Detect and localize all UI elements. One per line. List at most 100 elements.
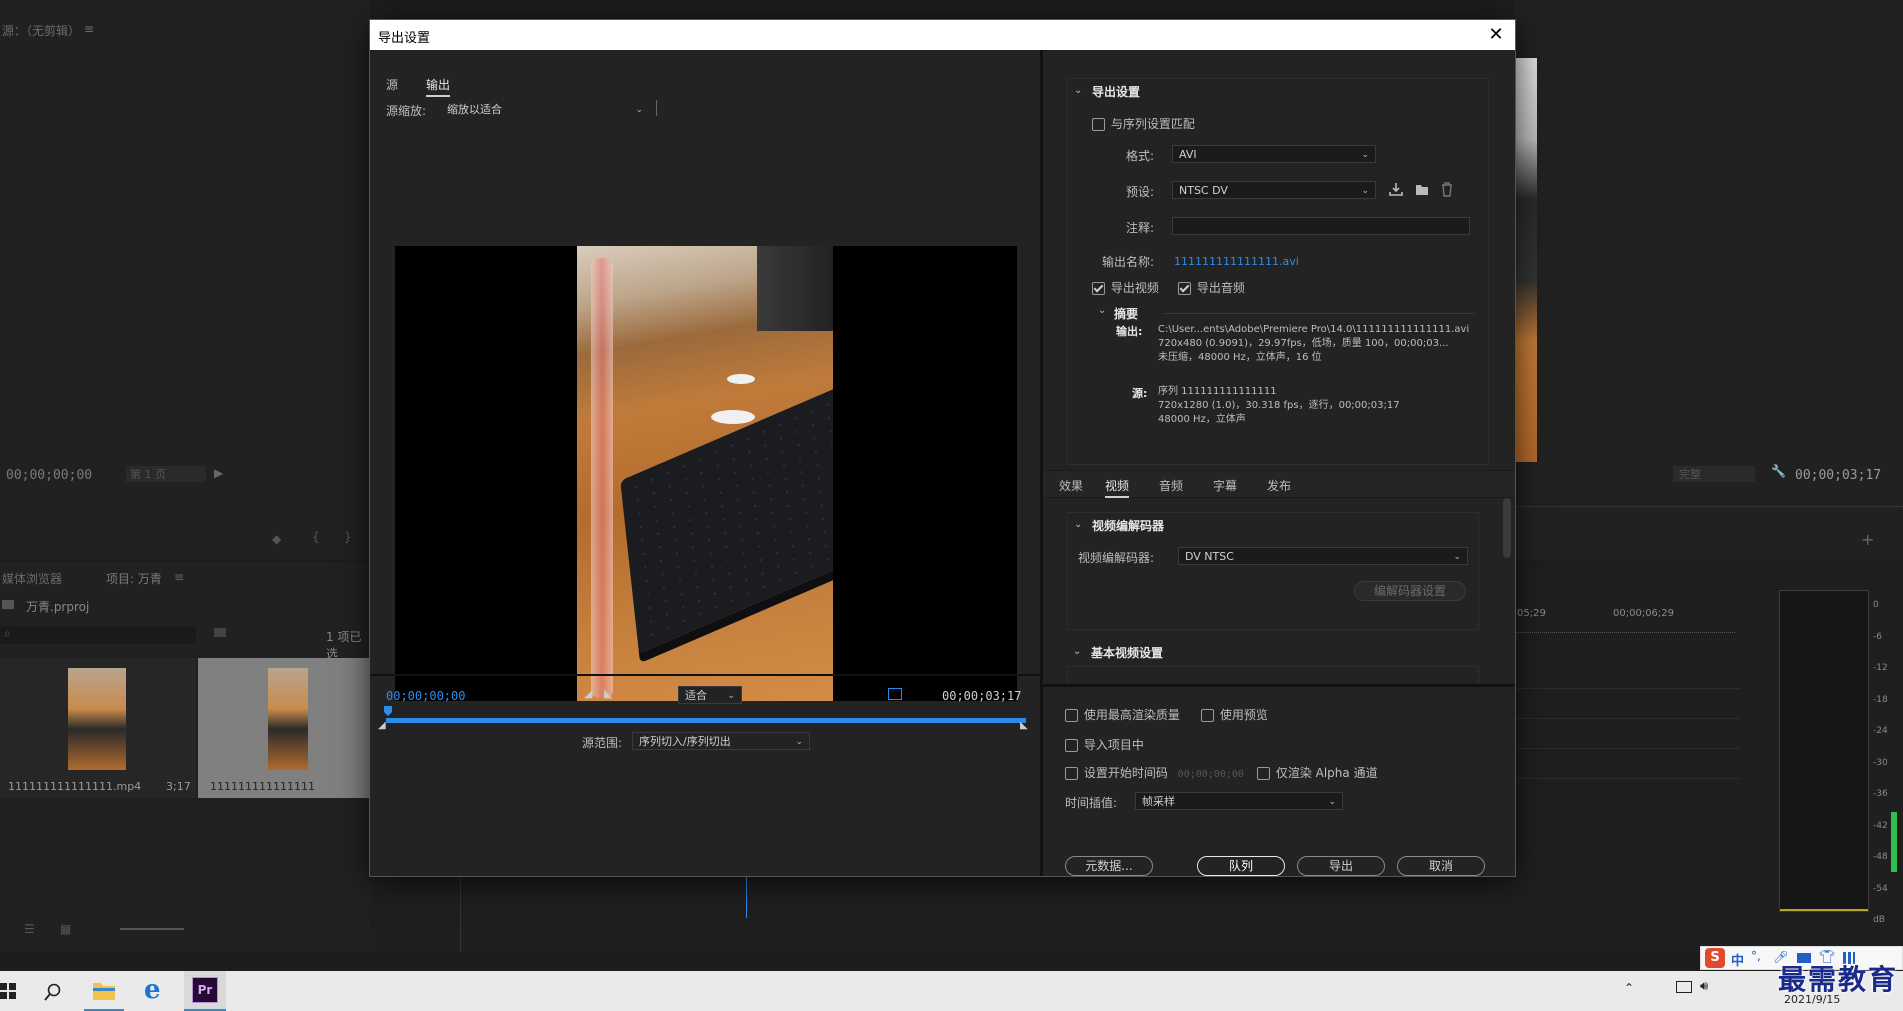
source-range-select[interactable]: 序列切入/序列切出 ⌄ xyxy=(632,732,810,750)
out-point-icon[interactable]: } xyxy=(344,530,352,544)
delete-preset-icon[interactable] xyxy=(1440,181,1454,197)
summary-output-block: C:\User...ents\Adobe\Premiere Pro\14.0\1… xyxy=(1158,323,1478,365)
range-start-handle[interactable]: ◢ xyxy=(378,720,386,731)
metadata-button[interactable]: 元数据... xyxy=(1065,856,1153,876)
preset-select[interactable]: NTSC DV ⌄ xyxy=(1172,181,1376,199)
tab-source[interactable]: 源 xyxy=(386,76,398,93)
clip-thumbnail-1[interactable]: 111111111111111.mp4 3;17 xyxy=(0,658,196,798)
wrench-icon[interactable]: 🔧 xyxy=(1771,464,1786,478)
format-select[interactable]: AVI ⌄ xyxy=(1172,145,1376,163)
chevron-down-icon: ⌄ xyxy=(1453,552,1461,562)
list-view-icon[interactable]: ☰ xyxy=(24,922,35,936)
windows-start-icon[interactable] xyxy=(0,983,16,999)
tab-publish[interactable]: 发布 xyxy=(1267,477,1291,494)
preset-label: 预设: xyxy=(1126,185,1155,199)
tab-effects[interactable]: 效果 xyxy=(1059,477,1083,494)
import-into-project-checkbox[interactable] xyxy=(1065,739,1078,752)
project-search-input[interactable] xyxy=(0,626,196,644)
preset-value: NTSC DV xyxy=(1179,184,1228,197)
codec-value: DV NTSC xyxy=(1185,550,1234,563)
codec-select[interactable]: DV NTSC ⌄ xyxy=(1178,547,1468,565)
save-preset-icon[interactable] xyxy=(1388,181,1404,197)
clip-thumbnail-2[interactable]: 111111111111111 xyxy=(198,658,370,798)
in-point-icon[interactable]: { xyxy=(312,530,320,544)
queue-button[interactable]: 队列 xyxy=(1197,856,1285,876)
new-bin-icon[interactable] xyxy=(214,628,226,637)
dialog-title-bar: 导出设置 ✕ xyxy=(370,20,1515,50)
export-audio-row[interactable]: 导出音频 xyxy=(1178,279,1245,296)
meter-tick-54: -54 xyxy=(1873,883,1888,894)
export-audio-checkbox[interactable] xyxy=(1178,282,1191,295)
project-panel-menu-icon[interactable]: ≡ xyxy=(174,570,184,584)
search-icon[interactable] xyxy=(44,983,62,1001)
tray-up-arrow-icon[interactable]: ⌃ xyxy=(1624,981,1634,995)
use-previews-checkbox[interactable] xyxy=(1201,709,1214,722)
zoom-slider[interactable] xyxy=(120,928,184,930)
close-icon[interactable]: ✕ xyxy=(1485,24,1507,46)
chevron-down-icon: ⌄ xyxy=(635,105,643,115)
render-alpha-checkbox[interactable] xyxy=(1257,767,1270,780)
basic-video-chevron-icon[interactable]: ⌄ xyxy=(1073,646,1081,657)
ime-punctuation-icon[interactable]: °, xyxy=(1751,949,1761,963)
tab-output[interactable]: 输出 xyxy=(426,76,451,97)
playhead-marker-icon[interactable] xyxy=(384,706,392,716)
add-button-icon[interactable]: + xyxy=(1861,530,1874,549)
codec-settings-button[interactable]: 编解码器设置 xyxy=(1354,581,1466,601)
set-out-point-icon[interactable]: ◣ xyxy=(604,687,612,700)
settings-scrollbar[interactable] xyxy=(1503,498,1511,558)
set-start-timecode-checkbox[interactable] xyxy=(1065,767,1078,780)
aspect-correction-icon[interactable] xyxy=(888,688,902,700)
dark-object-image xyxy=(757,246,833,331)
ime-chinese-mode[interactable]: 中 xyxy=(1731,950,1744,969)
import-preset-icon[interactable] xyxy=(1414,181,1430,197)
set-in-point-icon[interactable]: ◢ xyxy=(584,687,592,700)
playhead-line xyxy=(746,876,747,918)
file-explorer-icon[interactable] xyxy=(92,979,116,1001)
tab-captions[interactable]: 字幕 xyxy=(1213,477,1237,494)
edge-icon[interactable]: e xyxy=(144,975,161,1005)
current-timecode[interactable]: 00;00;00;00 xyxy=(386,689,465,703)
source-panel-menu-icon[interactable]: ≡ xyxy=(84,22,94,36)
basic-video-section-title: 基本视频设置 xyxy=(1091,646,1164,660)
timeline-track-divider xyxy=(460,876,461,952)
range-end-handle[interactable]: ◣ xyxy=(1020,720,1028,731)
export-button[interactable]: 导出 xyxy=(1297,856,1385,876)
codec-chevron-icon[interactable]: ⌄ xyxy=(1074,519,1082,530)
sogou-icon[interactable]: S xyxy=(1705,948,1725,968)
program-quality-select[interactable]: 完整 xyxy=(1673,466,1755,482)
play-icon[interactable]: ▶ xyxy=(214,466,223,480)
icon-view-icon[interactable]: ▦ xyxy=(60,922,71,936)
use-previews-row[interactable]: 使用预览 xyxy=(1201,706,1268,723)
collapse-chevron-icon[interactable]: ⌄ xyxy=(1074,85,1082,96)
summary-chevron-icon[interactable]: ⌄ xyxy=(1098,305,1106,316)
match-sequence-checkbox[interactable] xyxy=(1092,118,1105,131)
render-alpha-label: 仅渲染 Alpha 通道 xyxy=(1275,766,1378,780)
source-page-select[interactable]: 第 1 页 xyxy=(126,466,206,482)
tray-volume-icon[interactable]: 🔊︎ xyxy=(1700,979,1708,994)
import-into-project-row[interactable]: 导入项目中 xyxy=(1065,736,1144,753)
export-video-row[interactable]: 导出视频 xyxy=(1092,279,1159,296)
match-sequence-row[interactable]: 与序列设置匹配 xyxy=(1092,115,1195,132)
start-timecode-value: 00;00;00;00 xyxy=(1177,769,1244,780)
tab-audio[interactable]: 音频 xyxy=(1159,477,1183,494)
tray-network-icon[interactable] xyxy=(1676,981,1692,993)
comment-input[interactable] xyxy=(1172,217,1470,235)
render-alpha-row[interactable]: 仅渲染 Alpha 通道 xyxy=(1257,764,1378,781)
chevron-down-icon: ⌄ xyxy=(727,691,735,701)
export-video-checkbox[interactable] xyxy=(1092,282,1105,295)
source-scale-select[interactable]: 缩放以适合 ⌄ xyxy=(440,100,650,118)
set-start-timecode-row[interactable]: 设置开始时间码 00;00;00;00 xyxy=(1065,764,1244,781)
fit-select[interactable]: 适合 ⌄ xyxy=(678,686,742,704)
meter-tick-48: -48 xyxy=(1873,852,1888,862)
project-tab[interactable]: 项目: 万青 xyxy=(106,570,162,587)
max-render-quality-checkbox[interactable] xyxy=(1065,709,1078,722)
marker-icon[interactable]: ◆ xyxy=(272,532,281,546)
project-panel: 媒体浏览器 项目: 万青 ≡ 万青.prproj ⌕ 1 项已选 1111111… xyxy=(0,562,370,952)
range-bar[interactable] xyxy=(386,718,1026,723)
output-name-link[interactable]: 111111111111111.avi xyxy=(1174,255,1299,268)
tab-video[interactable]: 视频 xyxy=(1105,477,1130,498)
time-interpolation-select[interactable]: 帧采样 ⌄ xyxy=(1135,792,1343,810)
media-browser-tab[interactable]: 媒体浏览器 xyxy=(2,570,62,587)
max-render-quality-row[interactable]: 使用最高渲染质量 xyxy=(1065,706,1180,723)
cancel-button[interactable]: 取消 xyxy=(1397,856,1485,876)
